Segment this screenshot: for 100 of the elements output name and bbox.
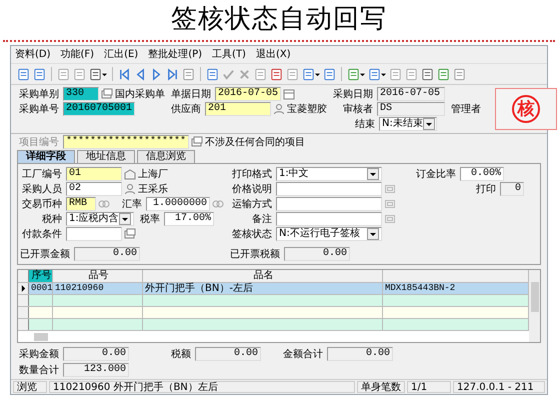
calendar-icon[interactable] xyxy=(283,88,295,100)
input-field[interactable]: 201 xyxy=(205,102,271,116)
field-label: 工厂编号 xyxy=(21,168,63,181)
dropdown[interactable]: N:不运行电子签核 xyxy=(276,227,382,241)
empty-table-row[interactable] xyxy=(18,307,529,319)
menu-item[interactable]: 退出(X) xyxy=(256,48,291,61)
input-field[interactable]: 0.00 xyxy=(284,247,350,261)
status-mode: 浏览 xyxy=(13,381,47,393)
next-icon[interactable] xyxy=(150,68,163,80)
field-label: 结束 xyxy=(354,118,376,131)
table-cell: 110210960 xyxy=(53,283,143,294)
field-label: 签核状态 xyxy=(231,228,273,241)
field-label: 已开票金额 xyxy=(19,248,71,261)
field-label: 项目编号 xyxy=(18,136,60,149)
tab[interactable]: 详细字段 xyxy=(17,150,75,163)
window-icon[interactable] xyxy=(191,136,203,148)
field-label: 税额 xyxy=(170,348,192,361)
input-field[interactable]: 17.00% xyxy=(164,212,214,226)
last-icon[interactable] xyxy=(166,68,179,80)
field-label: 金额合计 xyxy=(282,348,324,361)
status-label: 单身笔数 xyxy=(357,381,405,393)
field-label: 汇率 xyxy=(121,198,143,211)
coins-icon[interactable] xyxy=(98,198,110,210)
status-message: 110210960 外开门把手（BN）左后 xyxy=(49,381,355,393)
table-cell: 0001 xyxy=(29,283,53,294)
buyer-name: 王采乐 xyxy=(138,182,168,196)
menu-item[interactable]: 整批处理(P) xyxy=(148,48,202,61)
factory-name: 上海厂 xyxy=(138,168,168,181)
field-label: 已开票税额 xyxy=(229,248,281,261)
dropdown[interactable]: N:未结束 xyxy=(379,117,437,131)
input-field[interactable]: 123.000 xyxy=(63,363,129,377)
field-label: 采购金额 xyxy=(18,348,60,361)
input-field[interactable]: 2016-07-05 xyxy=(215,87,281,101)
field-label: 单据日期 xyxy=(170,88,212,101)
record-count: 1/1 xyxy=(407,381,451,393)
field-label: 备注 xyxy=(251,212,273,226)
input-field[interactable]: 0.00% xyxy=(460,167,504,181)
column-header[interactable]: 序号 xyxy=(29,270,53,282)
input-field[interactable] xyxy=(276,212,382,226)
people-icon[interactable] xyxy=(273,103,285,115)
field-label: 采购人员 xyxy=(21,182,63,196)
checkmark-icon[interactable] xyxy=(222,68,235,80)
tab[interactable]: 地址信息 xyxy=(77,150,135,163)
table-row[interactable]: 0001 110210960 外开门把手（BN）-左后 MDX185443BN-2 xyxy=(18,283,529,295)
input-field[interactable]: 0.00 xyxy=(327,347,393,361)
field-label: 采购日期 xyxy=(332,88,374,101)
field-label: 供应商 xyxy=(170,102,202,116)
table-cell: 外开门把手（BN）-左后 xyxy=(143,283,383,294)
input-field[interactable]: 330 xyxy=(63,87,99,101)
first-icon[interactable] xyxy=(118,68,131,80)
input-field[interactable] xyxy=(276,182,382,196)
input-field[interactable]: DS xyxy=(377,102,445,116)
column-header[interactable]: 品名 xyxy=(143,270,383,282)
field-label: 税率 xyxy=(139,212,161,226)
project-note: 不涉及任何合同的项目 xyxy=(205,136,305,149)
field-label: 审核者 xyxy=(342,102,374,116)
input-field[interactable]: 0 xyxy=(500,182,524,196)
person-icon[interactable] xyxy=(124,183,136,195)
field-label: 付款条件 xyxy=(21,228,63,241)
input-field[interactable]: 01 xyxy=(66,167,122,181)
menu-item[interactable]: 功能(F) xyxy=(60,48,94,61)
field-label: 打印 xyxy=(475,182,497,196)
input-field[interactable]: 2016-07-05 xyxy=(377,87,445,101)
window-icon[interactable] xyxy=(101,88,113,100)
field-label: 采购单别 xyxy=(18,88,60,101)
supplier-name: 宝菱塑胶 xyxy=(287,102,327,116)
page-title: 签核状态自动回写 xyxy=(171,4,387,34)
field-label: 交易币种 xyxy=(21,198,63,211)
tab[interactable]: 信息浏览 xyxy=(137,150,195,163)
input-field[interactable] xyxy=(66,227,122,241)
field-label: 价格说明 xyxy=(231,182,273,196)
server-address: 127.0.0.1 - 211 xyxy=(453,381,545,393)
reviewer-name: 管理者 xyxy=(450,102,482,116)
input-field[interactable]: 20160705001 xyxy=(63,102,135,116)
menu-item[interactable]: 资料(D) xyxy=(15,48,51,61)
input-field[interactable]: 0.00 xyxy=(195,347,261,361)
coins-icon[interactable] xyxy=(212,198,224,210)
column-header[interactable]: 品号 xyxy=(53,270,143,282)
input-field[interactable]: ******************** xyxy=(63,135,189,149)
cross-icon[interactable] xyxy=(238,68,251,80)
input-field[interactable]: 0.00 xyxy=(63,347,129,361)
menu-item[interactable]: 工具(T) xyxy=(212,48,246,61)
field-label: 采购单号 xyxy=(18,102,60,116)
input-field[interactable]: 0.00 xyxy=(74,247,140,261)
field-label: 运输方式 xyxy=(231,198,273,211)
input-field[interactable]: 02 xyxy=(66,182,122,196)
previous-icon[interactable] xyxy=(134,68,147,80)
row-pointer-icon xyxy=(20,285,26,292)
menu-item[interactable]: 汇出(E) xyxy=(104,48,138,61)
input-field[interactable]: 1.0000000 xyxy=(146,197,210,211)
input-field[interactable]: RMB xyxy=(66,197,96,211)
type-name: 国内采购单 xyxy=(115,88,166,101)
input-field[interactable] xyxy=(276,197,382,211)
field-label: 打印格式 xyxy=(231,168,273,181)
field-label: 订金比率 xyxy=(415,168,457,181)
vertical-scrollbar[interactable] xyxy=(529,270,540,342)
field-label: 数量合计 xyxy=(18,364,60,377)
field-label: 税种 xyxy=(41,212,63,226)
building-icon[interactable] xyxy=(124,168,136,180)
approval-stamp: 核 xyxy=(512,95,540,123)
